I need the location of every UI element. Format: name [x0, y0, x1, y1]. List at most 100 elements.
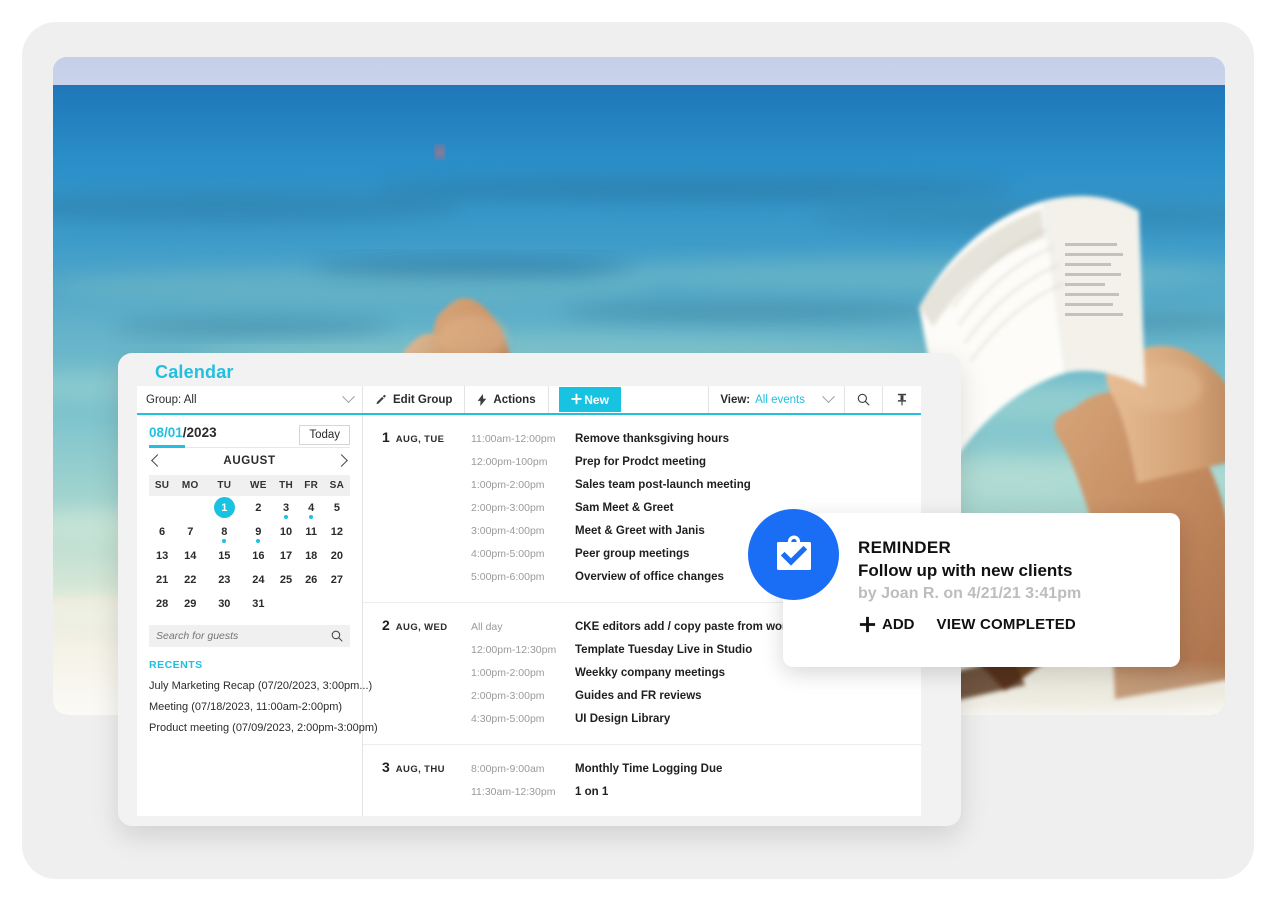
month-grid-week: 21 22 23 24 25 26 27 [149, 568, 350, 592]
new-event-button[interactable]: New [558, 387, 621, 412]
day-cell[interactable]: 16 [243, 544, 273, 568]
month-grid: SU MO TU WE TH FR SA 1 2 3 4 5 6 7 8 9 10 11 12 13 14 15 16 17… [149, 474, 350, 616]
day-cell[interactable]: 24 [243, 568, 273, 592]
event-time: 2:00pm-3:00pm [471, 690, 545, 702]
day-cell[interactable]: 11 [299, 520, 324, 544]
month-grid-week: 1 2 3 4 5 [149, 496, 350, 520]
pin-button[interactable] [883, 386, 921, 413]
day-number: 7 [187, 525, 194, 538]
day-cell[interactable]: 10 [273, 520, 298, 544]
day-cell[interactable]: 18 [299, 544, 324, 568]
day-cell-empty [299, 592, 324, 616]
event-name: Peer group meetings [575, 548, 690, 560]
day-cell[interactable]: 14 [175, 544, 205, 568]
day-cell[interactable]: 20 [324, 544, 350, 568]
day-number: 27 [330, 573, 343, 586]
event-name: Monthly Time Logging Due [575, 763, 723, 775]
day-cell-empty [324, 592, 350, 616]
event-name: Sam Meet & Greet [575, 502, 674, 514]
actions-label: Actions [493, 393, 536, 406]
event-day-label: 2 AUG, WED [363, 617, 471, 732]
event-name: Guides and FR reviews [575, 690, 702, 702]
day-cell[interactable]: 4 [299, 496, 324, 520]
recent-item[interactable]: Product meeting (07/09/2023, 2:00pm-3:00… [149, 722, 378, 734]
plus-icon [571, 393, 582, 405]
day-number: 10 [279, 525, 293, 538]
day-cell[interactable]: 8 [205, 520, 243, 544]
weekday-header: SU [149, 474, 176, 496]
day-number: 31 [252, 597, 265, 610]
clipboard-check-icon [776, 535, 811, 570]
event-row[interactable]: 2:00pm-3:00pm Guides and FR reviews [471, 686, 921, 709]
actions-button[interactable]: Actions [465, 386, 549, 413]
event-row[interactable]: 8:00pm-9:00am Monthly Time Logging Due [471, 759, 921, 782]
today-button[interactable]: Today [299, 425, 350, 445]
event-day-label: 1 AUG, TUE [363, 429, 471, 590]
search-button[interactable] [845, 386, 883, 413]
day-number: 28 [155, 597, 169, 610]
day-cell[interactable]: 7 [175, 520, 205, 544]
day-cell[interactable]: 9 [243, 520, 273, 544]
day-cell-empty [273, 592, 298, 616]
day-cell[interactable]: 28 [149, 592, 175, 616]
day-cell[interactable]: 6 [149, 520, 175, 544]
month-grid-week: 28 29 30 31 [149, 592, 350, 616]
event-name: Meet & Greet with Janis [575, 525, 705, 537]
edit-group-button[interactable]: Edit Group [363, 386, 466, 413]
event-name: Prep for Prodct meeting [575, 456, 706, 468]
guest-search[interactable] [149, 624, 350, 647]
event-time: 11:00am-12:00pm [471, 433, 556, 445]
event-time: 12:00pm-100pm [471, 456, 548, 468]
day-cell[interactable]: 12 [324, 520, 350, 544]
chevron-left-icon[interactable] [151, 454, 164, 467]
calendar-toolbar: Group: All Edit Group Actions New View: … [137, 386, 921, 415]
day-cell[interactable]: 22 [175, 568, 205, 592]
new-event-label: New [584, 392, 609, 407]
event-row[interactable]: 11:00am-12:00pm Remove thanksgiving hours [471, 429, 921, 452]
chevron-right-icon[interactable] [335, 454, 348, 467]
day-cell[interactable]: 2 [243, 496, 273, 520]
event-time: 4:00pm-5:00pm [471, 548, 545, 560]
day-cell[interactable]: 17 [273, 544, 298, 568]
day-number: 20 [330, 549, 343, 562]
view-filter-dropdown[interactable]: View: All events [709, 386, 845, 413]
day-number: 5 [333, 501, 340, 514]
month-grid-week: 6 7 8 9 10 11 12 [149, 520, 350, 544]
event-row[interactable]: 11:30am-12:30pm 1 on 1 [471, 782, 921, 805]
weekday-header: TU [205, 474, 244, 496]
day-number: 6 [159, 525, 166, 538]
day-number: 12 [330, 525, 343, 538]
day-cell[interactable]: 27 [324, 568, 350, 592]
event-row[interactable]: 1:00pm-2:00pm Sales team post-launch meet… [471, 475, 921, 498]
day-cell[interactable]: 1 [205, 496, 243, 520]
day-cell[interactable]: 30 [205, 592, 243, 616]
day-cell[interactable]: 15 [205, 544, 243, 568]
reminder-view-completed-button[interactable]: VIEW COMPLETED [937, 616, 1076, 633]
day-cell[interactable]: 5 [324, 496, 350, 520]
event-items: 8:00pm-9:00am Monthly Time Logging Due 11:… [471, 759, 921, 805]
event-day-number: 3 [382, 759, 390, 775]
day-cell[interactable]: 23 [205, 568, 243, 592]
day-cell[interactable]: 31 [243, 592, 273, 616]
day-cell[interactable]: 21 [149, 568, 175, 592]
event-row[interactable]: 12:00pm-100pm Prep for Prodct meeting [471, 452, 921, 475]
day-cell[interactable]: 29 [175, 592, 205, 616]
reminder-add-button[interactable]: ADD [858, 615, 915, 634]
pencil-icon [376, 394, 386, 404]
recent-item[interactable]: Meeting (07/18/2023, 11:00am-2:00pm) [149, 701, 350, 713]
day-cell[interactable]: 13 [149, 544, 175, 568]
event-time: 1:00pm-2:00pm [471, 479, 545, 491]
day-cell[interactable]: 26 [299, 568, 324, 592]
reminder-actions: ADD VIEW COMPLETED [858, 615, 1168, 634]
day-cell[interactable]: 25 [273, 568, 298, 592]
event-day-weekday: AUG, THU [395, 764, 445, 775]
reminder-meta: by Joan R. on 4/21/21 3:41pm [858, 585, 1082, 602]
recent-item[interactable]: July Marketing Recap (07/20/2023, 3:00pm… [149, 680, 372, 692]
day-cell[interactable]: 3 [273, 496, 298, 520]
day-number: 21 [155, 573, 169, 586]
calendar-sidebar: 08/01/2023 Today AUGUST SU MO TU WE TH FR SA 1… [137, 415, 378, 816]
guest-search-input[interactable] [156, 629, 331, 642]
event-row[interactable]: 4:30pm-5:00pm UI Design Library [471, 709, 921, 732]
event-day-label: 3 AUG, THU [363, 759, 471, 805]
group-filter-dropdown[interactable]: Group: All [137, 386, 363, 413]
